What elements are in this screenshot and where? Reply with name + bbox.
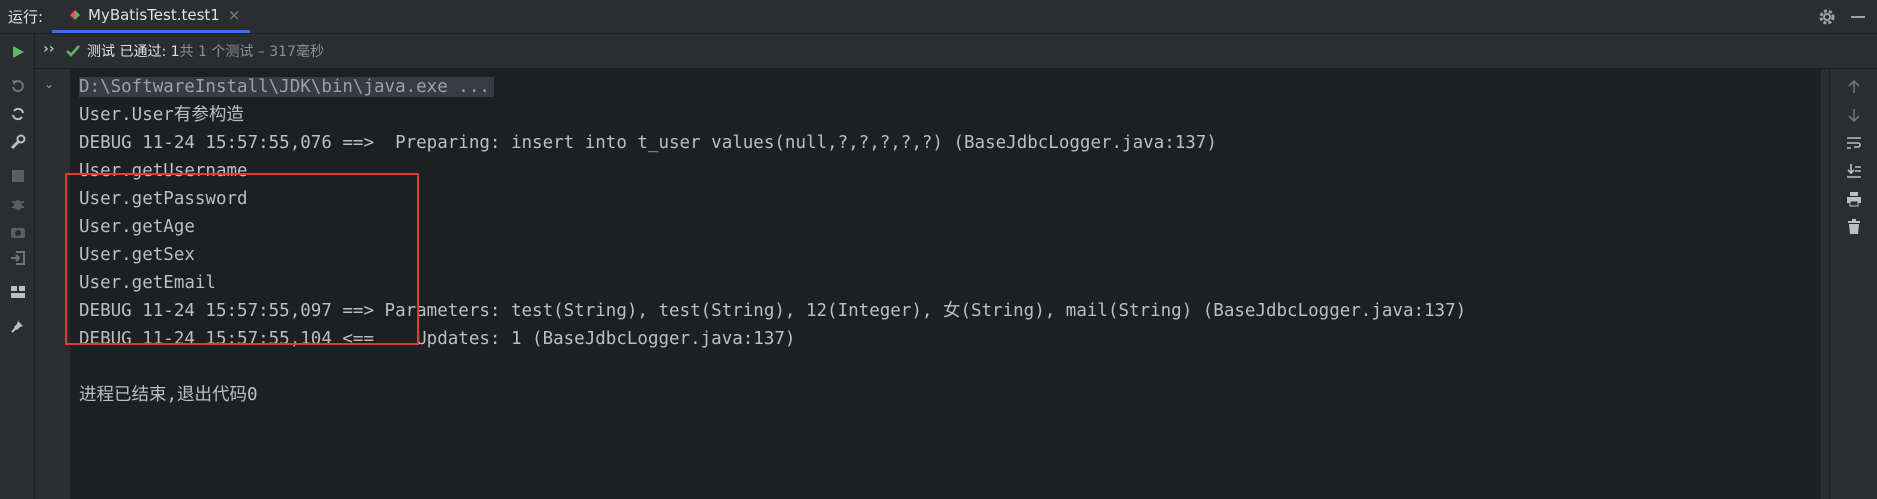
arrow-down-icon[interactable]	[1844, 105, 1864, 125]
layout-icon[interactable]	[8, 282, 28, 302]
pin-icon[interactable]	[8, 316, 28, 336]
test-summary: 共 1 个测试 – 317毫秒	[179, 44, 324, 60]
console-line: 进程已结束,退出代码0	[79, 385, 258, 405]
expand-icon[interactable]: ››	[43, 41, 55, 57]
run-label: 运行:	[8, 8, 44, 26]
console-line: DEBUG 11-24 15:57:55,076 ==> Preparing: …	[79, 133, 1217, 153]
test-status-bar: ›› 测试 已通过: 1共 1 个测试 – 317毫秒	[35, 34, 1877, 69]
run-tool-window-header: 运行:	[0, 0, 1877, 34]
trash-icon[interactable]	[1844, 217, 1864, 237]
console-line: User.User有参构造	[79, 105, 244, 125]
test-result-summary: 测试 已通过: 1共 1 个测试 – 317毫秒	[87, 41, 324, 61]
screenshot-icon[interactable]	[8, 222, 28, 242]
scroll-to-end-icon[interactable]	[1844, 161, 1864, 181]
print-icon[interactable]	[1844, 189, 1864, 209]
highlight-annotation-box	[65, 173, 419, 345]
soft-wrap-icon[interactable]	[1844, 133, 1864, 153]
passed-label: 测试 已通过: 1	[87, 44, 180, 60]
left-toolbar	[0, 34, 35, 499]
right-toolbar	[1829, 69, 1877, 499]
vertical-scrollbar[interactable]	[1821, 69, 1829, 499]
close-icon[interactable]: ×	[228, 6, 241, 24]
tab-label: MyBatisTest.test1	[88, 6, 220, 24]
debug-icon[interactable]	[8, 194, 28, 214]
stop-icon[interactable]	[8, 166, 28, 186]
command-line[interactable]: D:\SoftwareInstall\JDK\bin\java.exe ...	[79, 77, 494, 97]
chevron-down-icon[interactable]: ⌄	[44, 77, 54, 91]
run-icon[interactable]	[8, 42, 28, 62]
check-icon	[66, 45, 80, 57]
gear-icon[interactable]	[1817, 7, 1837, 27]
toggle-auto-test-icon[interactable]	[8, 104, 28, 124]
export-icon[interactable]	[8, 248, 28, 268]
minimize-icon[interactable]	[1851, 16, 1865, 18]
console-line: D:\SoftwareInstall\JDK\bin\java.exe ...	[79, 73, 494, 101]
arrow-up-icon[interactable]	[1844, 77, 1864, 97]
tab-mybatistest-test1[interactable]: MyBatisTest.test1 ×	[52, 0, 250, 33]
test-config-icon	[70, 10, 80, 20]
rerun-failed-icon[interactable]	[8, 76, 28, 96]
settings-wrench-icon[interactable]	[8, 132, 28, 152]
